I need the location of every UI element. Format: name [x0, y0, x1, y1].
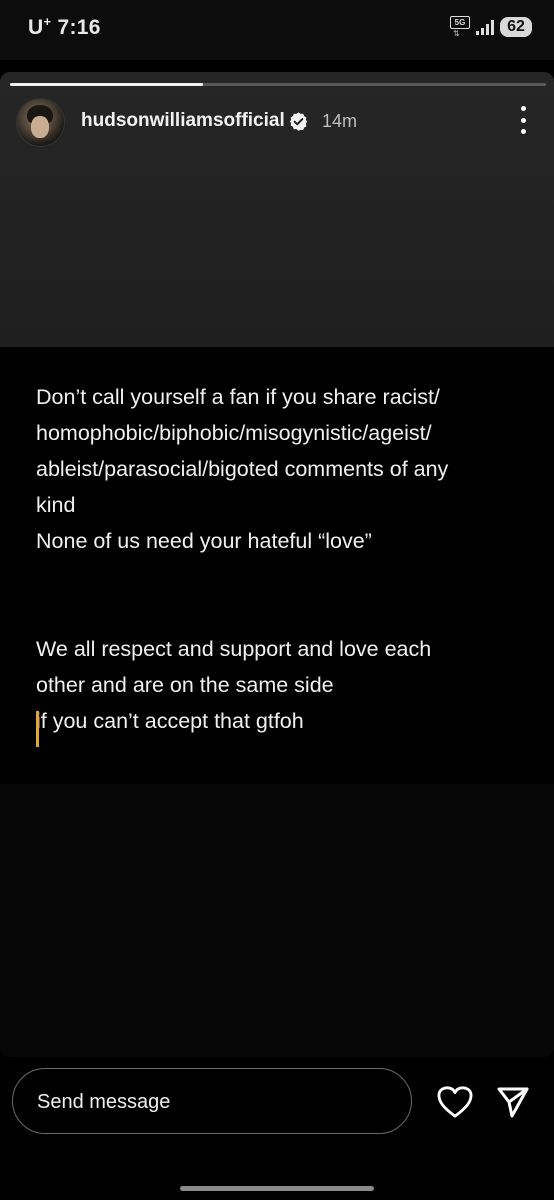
avatar[interactable]	[16, 98, 65, 147]
story-line: homophobic/biphobic/misogynistic/ageist/	[36, 421, 432, 445]
story-progress-fill	[10, 83, 203, 86]
carrier-label: U	[28, 16, 44, 39]
network-5g-icon: 5G ⇅	[450, 16, 470, 38]
text-caret	[36, 711, 39, 747]
verified-badge-icon	[289, 112, 308, 131]
story-line: Don’t call yourself a fan if you share r…	[36, 385, 440, 409]
story-paragraph-1: Don’t call yourself a fan if you share r…	[36, 379, 516, 559]
carrier-plus: +	[43, 14, 52, 29]
heart-icon[interactable]	[436, 1085, 474, 1119]
story-text: Don’t call yourself a fan if you share r…	[36, 379, 516, 739]
send-icon[interactable]	[496, 1085, 530, 1119]
story-paragraph-2: We all respect and support and love each…	[36, 631, 516, 739]
carrier-time: U+ 7:16	[28, 14, 101, 40]
network-type-label: 5G	[450, 16, 470, 29]
story-viewer[interactable]: hudsonwilliamsofficial 14m Don’t call yo…	[0, 72, 554, 1057]
story-progress-bar	[10, 83, 546, 86]
story-line: other and are on the same side	[36, 673, 334, 697]
status-icons: 5G ⇅ 62	[450, 14, 532, 40]
story-line: ableist/parasocial/bigoted comments of a…	[36, 457, 449, 481]
data-arrows-icon: ⇅	[453, 29, 460, 38]
clock: 7:16	[57, 16, 101, 39]
send-message-field[interactable]	[12, 1068, 412, 1134]
battery-indicator: 62	[500, 17, 532, 37]
story-timestamp: 14m	[322, 111, 358, 131]
signal-strength-icon	[476, 19, 494, 35]
more-vertical-icon[interactable]	[516, 106, 530, 134]
status-bar: U+ 7:16 5G ⇅ 62	[0, 0, 554, 60]
home-indicator[interactable]	[180, 1186, 374, 1191]
story-line: if you can’t accept that gtfoh	[36, 709, 304, 733]
story-header: hudsonwilliamsofficial 14m	[16, 98, 538, 147]
story-line: kind	[36, 493, 76, 517]
username[interactable]: hudsonwilliamsofficial	[81, 110, 285, 132]
story-line: We all respect and support and love each	[36, 637, 432, 661]
story-text-block: Don’t call yourself a fan if you share r…	[0, 347, 554, 784]
story-line: None of us need your hateful “love”	[36, 529, 372, 553]
send-message-input[interactable]	[35, 1087, 379, 1117]
